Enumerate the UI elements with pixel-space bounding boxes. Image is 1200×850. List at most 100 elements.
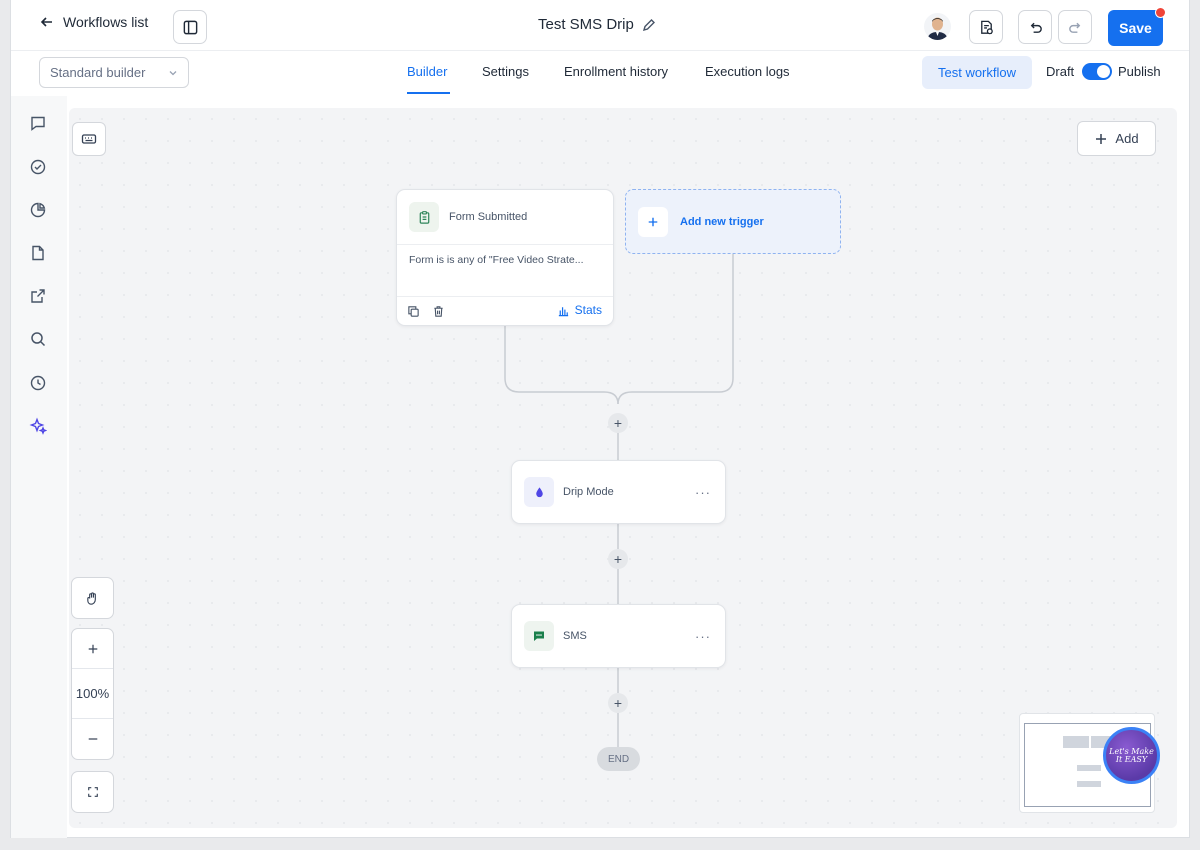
minimap-node (1077, 765, 1101, 771)
left-tool-rail (11, 96, 67, 838)
tab-enrollment-history[interactable]: Enrollment history (564, 64, 668, 79)
bar-chart-icon (558, 306, 568, 316)
add-new-trigger-button[interactable]: Add new trigger (625, 189, 841, 254)
ai-assistant-nav[interactable] (29, 417, 48, 435)
save-button[interactable]: Save (1108, 7, 1166, 46)
minus-icon (88, 738, 97, 740)
comments-nav[interactable] (29, 114, 47, 132)
sms-more-menu[interactable]: ··· (695, 629, 711, 644)
stats-label: Stats (574, 303, 602, 317)
builder-subbar: Standard builder Builder Settings Enroll… (11, 51, 1189, 95)
trash-icon[interactable] (432, 305, 445, 318)
fit-to-screen-button[interactable] (72, 772, 113, 812)
add-step-button[interactable]: + (608, 413, 628, 433)
notes-nav[interactable] (29, 244, 47, 262)
undo-button[interactable] (1018, 10, 1052, 44)
search-nav[interactable] (29, 330, 47, 348)
workflow-title[interactable]: Test SMS Drip (538, 16, 656, 33)
minimap-node (1077, 781, 1101, 787)
keyboard-icon (81, 134, 97, 144)
history-nav[interactable] (29, 374, 47, 392)
analytics-nav[interactable] (29, 201, 47, 219)
zoom-out-button[interactable] (72, 719, 113, 759)
hand-icon (87, 591, 96, 605)
pie-chart-icon (30, 202, 46, 218)
trigger-node-form-submitted[interactable]: Form Submitted Form is is any of "Free V… (396, 189, 614, 326)
drip-icon-box (524, 477, 554, 507)
add-step-button[interactable]: + (608, 549, 628, 569)
redo-icon (1068, 22, 1080, 33)
back-to-workflows-link[interactable]: Workflows list (39, 14, 148, 30)
undo-icon (1030, 22, 1042, 33)
draft-label: Draft (1046, 64, 1075, 79)
tab-builder[interactable]: Builder (407, 64, 447, 79)
check-circle-icon (30, 159, 46, 175)
test-workflow-button[interactable]: Test workflow (922, 56, 1032, 89)
plus-icon (88, 644, 97, 653)
clipboard-icon (419, 210, 429, 224)
chat-bubble-icon (31, 116, 45, 131)
top-bar: Workflows list Test SMS Drip Save (11, 0, 1189, 51)
search-icon (31, 332, 46, 347)
document-clock-icon (980, 20, 993, 34)
publish-toggle[interactable] (1082, 63, 1112, 80)
plus-icon (1096, 133, 1107, 144)
note-icon (32, 245, 44, 261)
unsaved-indicator-dot (1155, 7, 1166, 18)
save-label: Save (1119, 20, 1152, 36)
fit-view-group (71, 771, 114, 813)
redo-button[interactable] (1058, 10, 1092, 44)
trigger-title: Form Submitted (449, 211, 528, 223)
tasks-nav[interactable] (29, 158, 47, 176)
add-step-button[interactable]: + (608, 693, 628, 713)
end-node: END (597, 747, 640, 771)
sms-icon (534, 631, 544, 641)
add-label: Add (1115, 131, 1139, 146)
trigger-stats-link[interactable]: Stats (557, 303, 602, 317)
sms-icon-box (524, 621, 554, 651)
pencil-icon[interactable] (642, 18, 656, 32)
version-history-button[interactable] (969, 10, 1003, 44)
add-trigger-plus-box (638, 206, 668, 237)
clock-icon (30, 375, 46, 391)
zoom-in-button[interactable] (72, 629, 113, 669)
copy-icon[interactable] (407, 305, 420, 318)
sms-label: SMS (563, 630, 587, 642)
trigger-header: Form Submitted (397, 190, 613, 245)
watermark-badge: Let's Make It EASY (1103, 727, 1160, 784)
chevron-down-icon (169, 70, 177, 75)
sparkles-icon (29, 417, 48, 435)
plus-icon (648, 217, 658, 226)
expand-icon (87, 787, 98, 797)
back-label: Workflows list (63, 14, 149, 30)
drip-mode-label: Drip Mode (563, 486, 614, 498)
sidebar-panel-icon (183, 20, 197, 34)
trigger-icon-box (409, 202, 439, 232)
drip-mode-more-menu[interactable]: ··· (695, 485, 711, 500)
toggle-sidebar-button[interactable] (173, 10, 207, 44)
tab-settings[interactable]: Settings (482, 64, 529, 79)
publish-label: Publish (1118, 64, 1161, 79)
builder-mode-value: Standard builder (50, 65, 146, 80)
external-link-nav[interactable] (29, 287, 47, 305)
action-node-drip-mode[interactable]: Drip Mode ··· (511, 460, 726, 524)
builder-mode-select[interactable]: Standard builder (39, 57, 189, 88)
trigger-footer: Stats (397, 297, 613, 325)
avatar-image (924, 13, 951, 40)
trigger-condition: Form is is any of "Free Video Strate... (397, 245, 613, 297)
user-avatar[interactable] (924, 13, 951, 40)
action-node-sms[interactable]: SMS ··· (511, 604, 726, 668)
zoom-controls: 100% (71, 628, 114, 760)
pan-hand-button[interactable] (72, 578, 113, 618)
minimap-node (1063, 736, 1089, 748)
arrow-left-icon (40, 17, 52, 27)
zoom-level: 100% (72, 669, 113, 719)
tab-execution-logs[interactable]: Execution logs (705, 64, 790, 79)
external-link-icon (31, 289, 45, 303)
active-tab-indicator (407, 92, 450, 94)
add-element-button[interactable]: Add (1077, 121, 1156, 156)
drop-icon (535, 486, 543, 497)
add-trigger-label: Add new trigger (680, 215, 764, 228)
pan-tool-group (71, 577, 114, 619)
keyboard-shortcuts-button[interactable] (72, 122, 106, 156)
